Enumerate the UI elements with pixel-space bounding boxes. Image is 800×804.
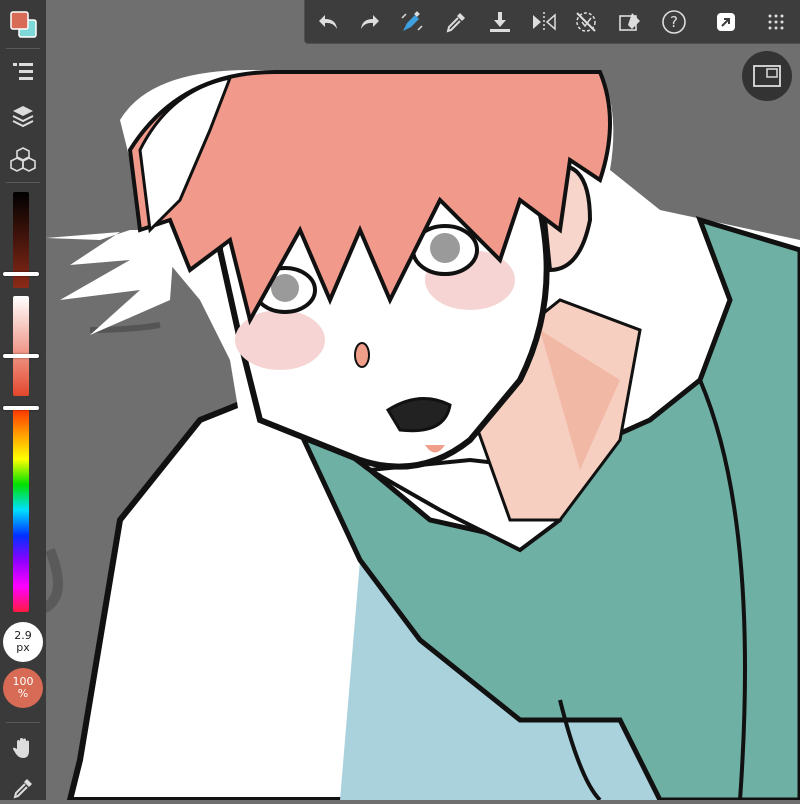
grid-more-icon bbox=[768, 14, 784, 30]
snap-off-icon bbox=[576, 12, 596, 32]
hue-slider[interactable] bbox=[13, 408, 29, 612]
flip-button[interactable] bbox=[527, 5, 561, 39]
primary-secondary-color-swatch-icon bbox=[10, 11, 37, 38]
eraser-icon bbox=[619, 13, 640, 31]
help-icon: ? bbox=[662, 10, 686, 34]
download-save-icon bbox=[490, 12, 510, 32]
more-button[interactable] bbox=[759, 5, 793, 39]
undo-icon bbox=[319, 15, 337, 29]
hue-slider-thumb[interactable] bbox=[3, 406, 39, 410]
brightness-slider-thumb[interactable] bbox=[3, 271, 39, 276]
hand-tool-button[interactable] bbox=[7, 732, 39, 764]
flip-horizontal-icon bbox=[533, 12, 556, 32]
eraser-button[interactable] bbox=[613, 5, 647, 39]
toolbar-divider bbox=[6, 48, 40, 49]
navigator-button[interactable] bbox=[742, 51, 792, 101]
undo-button[interactable] bbox=[311, 5, 345, 39]
eyedropper-button[interactable] bbox=[439, 5, 473, 39]
saturation-slider[interactable] bbox=[13, 296, 29, 396]
pen-transform-icon bbox=[401, 11, 423, 31]
eyedropper-tool-button[interactable] bbox=[7, 772, 39, 804]
brush-size-button[interactable]: 2.9 px bbox=[3, 622, 43, 662]
materials-button[interactable] bbox=[7, 143, 39, 175]
share-button[interactable] bbox=[709, 5, 743, 39]
eyedropper-icon bbox=[446, 13, 465, 33]
menu-list-button[interactable] bbox=[7, 56, 39, 88]
navigator-window-icon bbox=[753, 65, 781, 87]
menu-list-icon bbox=[13, 63, 33, 80]
drawing-canvas[interactable] bbox=[0, 0, 800, 800]
save-button[interactable] bbox=[483, 5, 517, 39]
redo-button[interactable] bbox=[353, 5, 387, 39]
redo-icon bbox=[361, 15, 379, 29]
snap-off-button[interactable] bbox=[569, 5, 603, 39]
layers-icon bbox=[12, 106, 34, 128]
pen-transform-button[interactable] bbox=[395, 5, 429, 39]
left-toolbar: 2.9 px 100 % bbox=[0, 0, 46, 800]
eyedropper-icon bbox=[13, 779, 32, 799]
hand-icon bbox=[13, 738, 29, 758]
toolbar-divider bbox=[6, 722, 40, 723]
brush-opacity-button[interactable]: 100 % bbox=[3, 668, 43, 708]
brush-opacity-unit: % bbox=[17, 687, 29, 700]
cubes-icon bbox=[10, 147, 36, 172]
top-toolbar: ? bbox=[304, 0, 800, 44]
layers-button[interactable] bbox=[7, 100, 39, 132]
brush-size-unit: px bbox=[16, 641, 30, 654]
color-swatch-button[interactable] bbox=[7, 8, 39, 40]
saturation-slider-thumb[interactable] bbox=[3, 354, 39, 358]
share-icon bbox=[717, 13, 735, 31]
help-glyph: ? bbox=[670, 13, 678, 31]
toolbar-divider bbox=[6, 182, 40, 183]
help-button[interactable]: ? bbox=[657, 5, 691, 39]
